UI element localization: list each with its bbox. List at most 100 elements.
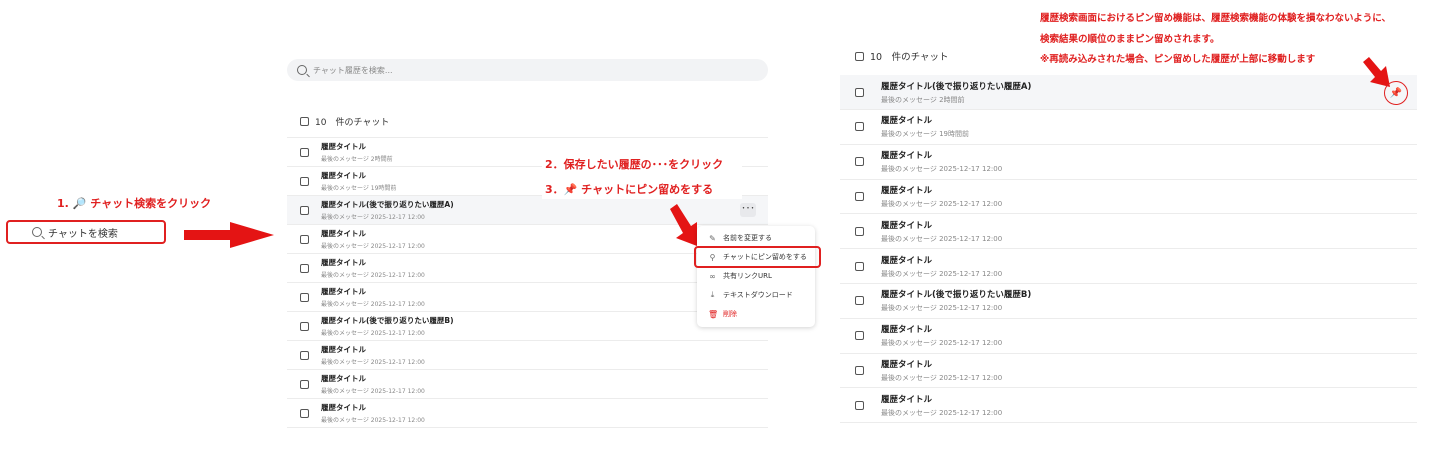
chat-title: 履歴タイトル <box>881 394 933 405</box>
more-options-button[interactable]: ･･･ <box>740 203 756 217</box>
context-menu: ✎ 名前を変更する ⚲ チャットにピン留めをする ∞ 共有リンクURL ⤓ テキストダウンロー… <box>697 226 815 327</box>
chat-title: 履歴タイトル <box>881 151 933 162</box>
chat-count: 10 件のチャット <box>855 49 949 63</box>
search-placeholder: チャット履歴を検索... <box>313 65 393 75</box>
chat-title: 履歴タイトル <box>881 255 933 266</box>
pinned-icon[interactable]: 📌 <box>1384 81 1408 105</box>
chat-search-button[interactable]: チャットを検索 <box>6 220 166 244</box>
row-checkbox[interactable] <box>855 331 864 341</box>
chat-last-message: 最後のメッセージ 2025-12-17 12:00 <box>881 234 1003 243</box>
row-checkbox[interactable] <box>300 292 309 302</box>
chat-last-message: 最後のメッセージ 2025-12-17 12:00 <box>321 301 425 308</box>
trash-icon: 🗑 <box>708 309 719 319</box>
chat-title: 履歴タイトル(後で振り返りたい履歴A) <box>881 81 1032 92</box>
chat-last-message: 最後のメッセージ 2025-12-17 12:00 <box>321 417 425 424</box>
chat-last-message: 最後のメッセージ 2025-12-17 12:00 <box>881 269 1003 278</box>
step1-annotation: 1. 🔎 チャット検索をクリック <box>57 197 212 210</box>
menu-item[interactable]: ✎ 名前を変更する <box>697 229 815 247</box>
history-search-input[interactable]: チャット履歴を検索... <box>287 59 768 81</box>
chat-row[interactable]: 履歴タイトル 最後のメッセージ 2025-12-17 12:00 <box>840 214 1417 250</box>
chat-last-message: 最後のメッセージ 2025-12-17 12:00 <box>321 243 425 250</box>
row-checkbox[interactable] <box>855 191 864 201</box>
chat-last-message: 最後のメッセージ 2時間前 <box>881 95 965 104</box>
chat-last-message: 最後のメッセージ 2025-12-17 12:00 <box>881 408 1003 417</box>
chat-row[interactable]: 履歴タイトル最後のメッセージ 2025-12-17 12:00 <box>840 353 1417 389</box>
chat-row[interactable]: 履歴タイトル最後のメッセージ 19時間前 <box>840 110 1417 145</box>
chat-row[interactable]: 履歴タイトル最後のメッセージ 2025-12-17 12:00 <box>840 249 1417 284</box>
chat-title: 履歴タイトル <box>881 325 933 336</box>
row-checkbox[interactable] <box>855 87 864 97</box>
menu-item[interactable]: ∞ 共有リンクURL <box>697 267 815 285</box>
chat-title: 履歴タイトル(後で振り返りたい履歴B) <box>881 290 1032 301</box>
note-line-2: 検索結果の順位のままピン留めされます。 <box>1040 34 1220 45</box>
row-checkbox[interactable] <box>300 379 309 389</box>
chat-last-message: 最後のメッセージ 2025-12-17 12:00 <box>321 359 425 366</box>
chat-row[interactable]: 履歴タイトル最後のメッセージ 2025-12-17 12:00 <box>287 283 768 312</box>
chat-last-message: 最後のメッセージ 2025-12-17 12:00 <box>881 165 1003 174</box>
search-icon <box>297 65 307 75</box>
chat-title: 履歴タイトル <box>321 171 366 180</box>
chat-title: 履歴タイトル <box>321 229 366 238</box>
row-checkbox[interactable] <box>300 234 309 244</box>
chat-last-message: 最後のメッセージ 2時間前 <box>321 156 393 163</box>
menu-item-label: 名前を変更する <box>723 234 772 242</box>
chat-title: 履歴タイトル <box>321 287 366 296</box>
chat-title: 履歴タイトル(後で振り返りたい履歴B) <box>321 316 454 325</box>
chat-last-message: 最後のメッセージ 2025-12-17 12:00 <box>881 199 1003 208</box>
row-checkbox[interactable] <box>300 408 309 418</box>
download-icon: ⤓ <box>710 290 715 299</box>
chat-title: 履歴タイトル <box>321 403 366 412</box>
chat-last-message: 最後のメッセージ 19時間前 <box>321 185 397 192</box>
step3-annotation: 3．📌 チャットにピン留めをする <box>545 183 714 196</box>
menu-item-label: テキストダウンロード <box>723 291 793 299</box>
chat-row[interactable]: 履歴タイトル最後のメッセージ 2025-12-17 12:00 <box>840 145 1417 180</box>
chat-row[interactable]: 履歴タイトル最後のメッセージ 2025-12-17 12:00 <box>840 388 1417 424</box>
menu-item[interactable]: 🗑 削除 <box>697 305 815 323</box>
chat-count: 10 件のチャット <box>300 115 389 128</box>
row-checkbox[interactable] <box>300 147 309 157</box>
chat-row[interactable]: 履歴タイトル 最後のメッセージ 2025-12-17 12:00 <box>287 341 768 370</box>
chat-row[interactable]: 履歴タイトル最後のメッセージ 2025-12-17 12:00 <box>840 179 1417 215</box>
menu-item-label: 削除 <box>723 310 737 318</box>
select-all-checkbox[interactable] <box>855 51 864 61</box>
row-checkbox[interactable] <box>300 350 309 360</box>
chat-title: 履歴タイトル <box>881 359 933 370</box>
step2-annotation: 2．保存したい履歴の･･･をクリック <box>545 158 724 171</box>
chat-last-message: 最後のメッセージ 19時間前 <box>881 130 969 139</box>
chat-title: 履歴タイトル <box>321 258 366 267</box>
chat-row[interactable]: 履歴タイトル(後で振り返りたい履歴A) 最後のメッセージ 2時間前 <box>840 75 1417 110</box>
row-checkbox[interactable] <box>855 226 864 236</box>
arrow-right-icon <box>184 222 274 248</box>
select-all-checkbox[interactable] <box>300 117 309 126</box>
row-checkbox[interactable] <box>300 263 309 273</box>
chat-last-message: 最後のメッセージ 2025-12-17 12:00 <box>881 373 1003 382</box>
chat-count-label: 10 件のチャット <box>870 52 949 63</box>
row-checkbox[interactable] <box>855 400 864 410</box>
row-checkbox[interactable] <box>855 261 864 271</box>
chat-last-message: 最後のメッセージ 2025-12-17 12:00 <box>881 339 1003 348</box>
chat-row[interactable]: 履歴タイトル(後で振り返りたい履歴B) 最後のメッセージ 2025-12-17 1… <box>287 312 768 341</box>
chat-title: 履歴タイトル <box>881 116 933 127</box>
row-checkbox[interactable] <box>855 157 864 167</box>
row-checkbox[interactable] <box>855 122 864 132</box>
menu-item[interactable]: ⤓ テキストダウンロード <box>697 286 815 304</box>
chat-title: 履歴タイトル(後で振り返りたい履歴A) <box>321 200 454 209</box>
row-checkbox[interactable] <box>855 365 864 375</box>
chat-row[interactable]: 履歴タイトル(後で振り返りたい履歴B) 最後のメッセージ 2025-12-17 1… <box>840 284 1417 319</box>
chat-row[interactable]: 履歴タイトル最後のメッセージ 2025-12-17 12:00 <box>840 319 1417 354</box>
chat-last-message: 最後のメッセージ 2025-12-17 12:00 <box>321 388 425 395</box>
row-checkbox[interactable] <box>300 205 309 215</box>
chat-search-label: チャットを検索 <box>48 228 118 240</box>
row-checkbox[interactable] <box>300 176 309 186</box>
chat-last-message: 最後のメッセージ 2025-12-17 12:00 <box>881 304 1003 313</box>
chat-last-message: 最後のメッセージ 2025-12-17 12:00 <box>321 330 425 337</box>
chat-row[interactable]: 履歴タイトル最後のメッセージ 2025-12-17 12:00 <box>287 370 768 399</box>
chat-title: 履歴タイトル <box>321 142 366 151</box>
row-checkbox[interactable] <box>300 321 309 331</box>
note-line-1: 履歴検索画面におけるピン留め機能は、履歴検索機能の体験を損なわないように、 <box>1040 13 1392 24</box>
row-checkbox[interactable] <box>855 296 864 306</box>
chat-title: 履歴タイトル <box>321 374 366 383</box>
chat-row[interactable]: 履歴タイトル最後のメッセージ 2025-12-17 12:00 <box>287 399 768 428</box>
chat-title: 履歴タイトル <box>881 185 933 196</box>
highlight-box <box>694 246 821 268</box>
